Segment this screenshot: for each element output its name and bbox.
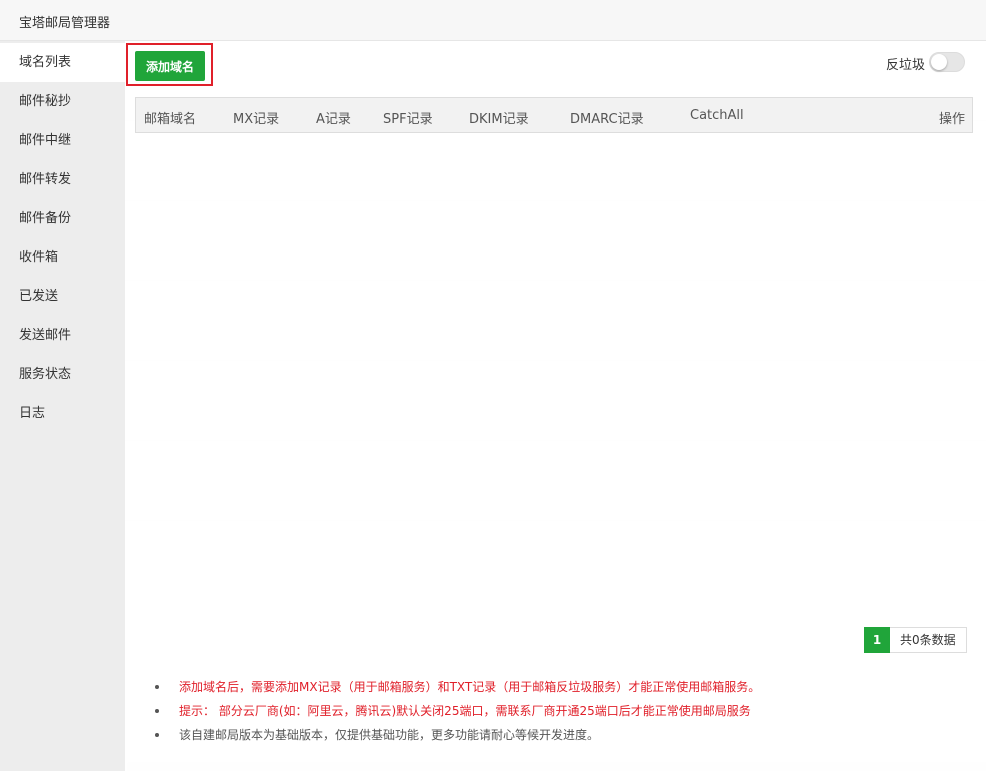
tip-text: 添加域名后，需要添加MX记录（用于邮箱服务）和TXT记录（用于邮箱反垃圾服务）才… — [179, 680, 761, 694]
tip-text: 该自建邮局版本为基础版本，仅提供基础功能，更多功能请耐心等候开发进度。 — [179, 728, 600, 742]
bullet-icon — [155, 709, 159, 713]
column-header-mx: MX记录 — [233, 112, 280, 127]
domain-list-panel: 添加域名 反垃圾 邮箱域名 MX记录 A记录 SPF记录 DKIM记录 DMAR… — [125, 41, 986, 771]
column-header-catchall: CatchAll — [690, 108, 744, 123]
column-header-dkim: DKIM记录 — [469, 112, 529, 127]
sidebar-item-mail-backup[interactable]: 邮件备份 — [0, 199, 125, 238]
total-count: 共0条数据 — [890, 627, 967, 653]
column-header-domain: 邮箱域名 — [144, 112, 197, 127]
column-header-a: A记录 — [316, 112, 351, 127]
tip-item: 添加域名后，需要添加MX记录（用于邮箱服务）和TXT记录（用于邮箱反垃圾服务）才… — [155, 675, 760, 699]
bullet-icon — [155, 685, 159, 689]
sidebar-item-mail-forward[interactable]: 邮件转发 — [0, 160, 125, 199]
sidebar-item-sent[interactable]: 已发送 — [0, 277, 125, 316]
add-domain-button[interactable]: 添加域名 — [135, 51, 205, 81]
column-header-spf: SPF记录 — [383, 112, 433, 127]
bullet-icon — [155, 733, 159, 737]
tip-item: 提示： 部分云厂商(如：阿里云，腾讯云)默认关闭25端口，需联系厂商开通25端口… — [155, 699, 760, 723]
mail-manager-dialog: 宝塔邮局管理器 域名列表 邮件秘抄 邮件中继 邮件转发 邮件备份 收件箱 已发送… — [0, 0, 986, 771]
dialog-header: 宝塔邮局管理器 — [0, 0, 986, 41]
dialog-title: 宝塔邮局管理器 — [19, 16, 111, 31]
anti-spam-label: 反垃圾 — [886, 58, 926, 73]
column-header-actions: 操作 — [939, 112, 966, 127]
sidebar-item-mail-bcc[interactable]: 邮件秘抄 — [0, 82, 125, 121]
sidebar-nav: 域名列表 邮件秘抄 邮件中继 邮件转发 邮件备份 收件箱 已发送 发送邮件 服务… — [0, 41, 125, 771]
anti-spam-toggle[interactable] — [929, 52, 965, 72]
domain-table-header: 邮箱域名 MX记录 A记录 SPF记录 DKIM记录 DMARC记录 Catch… — [135, 97, 973, 133]
sidebar-item-logs[interactable]: 日志 — [0, 394, 125, 433]
toggle-knob — [931, 54, 947, 70]
tip-text: 提示： 部分云厂商(如：阿里云，腾讯云)默认关闭25端口，需联系厂商开通25端口… — [179, 704, 751, 718]
tip-item: 该自建邮局版本为基础版本，仅提供基础功能，更多功能请耐心等候开发进度。 — [155, 723, 760, 747]
column-header-dmarc: DMARC记录 — [570, 112, 644, 127]
sidebar-item-service-status[interactable]: 服务状态 — [0, 355, 125, 394]
sidebar-item-mail-relay[interactable]: 邮件中继 — [0, 121, 125, 160]
sidebar-item-domain-list[interactable]: 域名列表 — [0, 43, 125, 82]
sidebar-item-inbox[interactable]: 收件箱 — [0, 238, 125, 277]
sidebar-item-send-mail[interactable]: 发送邮件 — [0, 316, 125, 355]
tips-list: 添加域名后，需要添加MX记录（用于邮箱服务）和TXT记录（用于邮箱反垃圾服务）才… — [155, 675, 760, 747]
page-button-current[interactable]: 1 — [864, 627, 890, 653]
pagination: 1 共0条数据 — [864, 627, 967, 653]
